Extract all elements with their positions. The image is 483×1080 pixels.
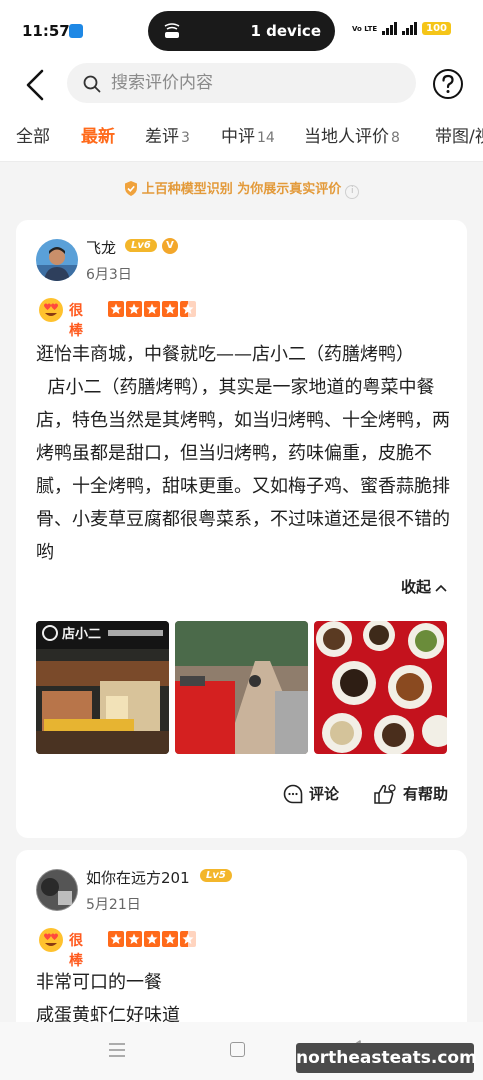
shield-icon — [124, 181, 137, 196]
review-photo[interactable] — [175, 621, 308, 754]
tab-latest[interactable]: 最新 — [81, 122, 115, 147]
user-name[interactable]: 飞龙 — [86, 237, 116, 258]
tab-all[interactable]: 全部 — [16, 122, 50, 147]
verified-badge: V — [162, 238, 178, 254]
star-icon — [108, 301, 124, 317]
search-input[interactable] — [111, 63, 401, 103]
signal-icon-2 — [402, 22, 418, 35]
search-box[interactable] — [67, 63, 416, 103]
thumbs-up-icon — [374, 783, 396, 804]
helpful-label: 有帮助 — [403, 785, 449, 803]
collapse-button[interactable]: 收起 — [401, 576, 447, 597]
comment-icon — [283, 784, 303, 803]
review-card: 飞龙 Lv6 V 6月3日 很棒 逛怡丰商城，中餐就吃——店小二（药膳烤鸭） 店… — [16, 220, 467, 838]
star-icon — [126, 931, 142, 947]
heart-eyes-emoji-icon — [39, 928, 63, 952]
tab-neutral[interactable]: 中评 14 — [221, 122, 275, 147]
review-date: 5月21日 — [86, 897, 141, 913]
star-icon — [162, 301, 178, 317]
home-icon[interactable] — [230, 1042, 245, 1057]
status-time: 11:57 — [22, 22, 70, 40]
review-date: 6月3日 — [86, 267, 132, 283]
review-photo[interactable] — [314, 621, 447, 754]
half-star-icon — [180, 931, 196, 947]
recent-apps-icon[interactable] — [108, 1042, 126, 1058]
rating-label: 很棒 — [69, 933, 83, 969]
heart-eyes-emoji-icon — [39, 298, 63, 322]
avatar[interactable] — [36, 869, 78, 911]
search-header — [0, 60, 483, 110]
level-badge: Lv5 — [200, 869, 232, 882]
search-icon — [83, 75, 101, 93]
star-rating — [108, 931, 196, 947]
star-rating — [108, 301, 196, 317]
level-badge: Lv6 — [125, 239, 157, 252]
comment-label: 评论 — [309, 785, 340, 803]
rating-label: 很棒 — [69, 303, 83, 339]
avatar[interactable] — [36, 239, 78, 281]
photo-sign-text: 店小二 — [62, 626, 101, 642]
app-notification-icon — [69, 24, 83, 38]
star-icon — [144, 931, 160, 947]
user-name[interactable]: 如你在远方201 — [86, 867, 190, 888]
star-icon — [108, 931, 124, 947]
car-icon — [164, 23, 180, 38]
banner-text: 上百种模型识别 为你展示真实评价 — [141, 182, 342, 197]
star-icon — [144, 301, 160, 317]
tab-with-photo[interactable]: 带图/视 — [435, 122, 483, 147]
review-filter-tabs: 全部 最新 差评3 中评14 当地人评价8 带图/视 — [0, 110, 483, 162]
star-icon — [162, 931, 178, 947]
back-arrow-icon[interactable] — [20, 68, 50, 102]
device-pill[interactable]: 1 device — [148, 11, 335, 51]
status-bar: 11:57 1 device Vo LTE 100 — [0, 0, 483, 60]
star-icon — [126, 301, 142, 317]
tab-local[interactable]: 当地人评价 8 — [304, 122, 400, 147]
half-star-icon — [180, 301, 196, 317]
info-icon[interactable]: i — [345, 185, 360, 199]
comment-button[interactable]: 评论 — [283, 783, 339, 804]
helpful-button[interactable]: 有帮助 — [373, 783, 448, 804]
review-photo[interactable]: 店小二 — [36, 621, 169, 754]
watermark: northeasteats.com — [296, 1043, 477, 1073]
chevron-up-icon — [435, 584, 447, 592]
help-icon[interactable] — [432, 68, 464, 100]
volte-label: Vo LTE — [351, 24, 378, 33]
signal-icon — [382, 22, 398, 35]
battery-indicator: 100 — [422, 22, 451, 35]
status-icons: Vo LTE 100 — [352, 22, 451, 35]
authenticity-banner: 上百种模型识别 为你展示真实评价 i — [0, 178, 483, 199]
tab-negative[interactable]: 差评 3 — [145, 122, 190, 147]
device-pill-label: 1 device — [250, 22, 321, 40]
review-text: 逛怡丰商城，中餐就吃——店小二（药膳烤鸭） 店小二（药膳烤鸭），其实是一家地道的… — [36, 344, 450, 563]
